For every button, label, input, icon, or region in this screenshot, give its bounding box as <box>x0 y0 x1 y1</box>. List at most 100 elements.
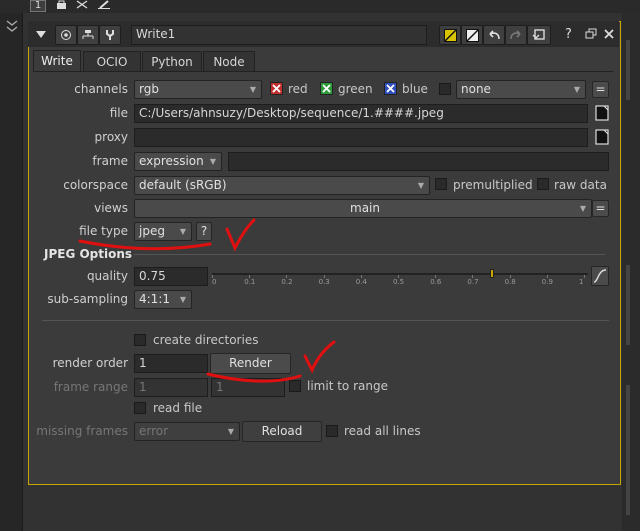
quality-slider[interactable]: 0 0.1 0.2 0.3 0.4 0.5 0.6 0.7 0.8 0.9 1 <box>212 266 588 288</box>
section-divider <box>42 320 609 321</box>
red-checkbox[interactable] <box>270 82 283 95</box>
node-color-icon[interactable] <box>439 25 461 45</box>
missing-frames-dropdown[interactable]: error ▼ <box>134 422 240 441</box>
node-number-badge[interactable]: 1 <box>30 0 46 12</box>
chevron-down-icon: ▼ <box>209 157 216 166</box>
animation-curve-icon[interactable] <box>591 266 609 286</box>
pen-icon[interactable] <box>98 0 110 9</box>
create-directories-checkbox[interactable] <box>134 334 146 346</box>
help-icon[interactable]: ? <box>565 28 575 42</box>
node-name-field[interactable]: Write1 <box>131 25 427 45</box>
folder-browse-icon[interactable] <box>595 105 609 121</box>
missing-frames-value: error <box>139 424 169 438</box>
annotation-filetype <box>70 214 270 254</box>
proxy-browse-icon[interactable] <box>595 129 609 145</box>
collapse-chevrons-icon[interactable] <box>6 19 18 33</box>
quality-tick-label: 0 <box>212 278 217 286</box>
tile-color-icon[interactable] <box>461 25 483 45</box>
quality-tick-label: 0.5 <box>393 278 405 286</box>
render-order-label: render order <box>52 356 128 370</box>
file-path-input[interactable]: C:/Users/ahnsuzy/Desktop/sequence/1.####… <box>134 104 588 123</box>
colorspace-value: default (sRGB) <box>139 178 227 192</box>
proxy-path-input[interactable] <box>134 128 588 147</box>
chevron-down-icon: ▼ <box>417 181 424 190</box>
green-label: green <box>338 82 373 96</box>
raw-data-label: raw data <box>554 178 607 192</box>
blue-label: blue <box>402 82 428 96</box>
frame-expression-input[interactable] <box>228 152 609 171</box>
redo-icon[interactable] <box>505 25 527 45</box>
node-graph-icon[interactable] <box>77 25 99 45</box>
channels-dropdown[interactable]: rgb ▼ <box>134 80 262 99</box>
chevron-down-icon: ▼ <box>249 85 256 94</box>
chevron-down-icon: ▼ <box>573 85 580 94</box>
premultiplied-checkbox[interactable] <box>435 178 447 190</box>
right-scroll-handle-3[interactable] <box>626 385 630 515</box>
tab-python[interactable]: Python <box>142 51 202 72</box>
scissors-icon[interactable] <box>76 0 88 9</box>
missing-frames-label: missing frames <box>36 424 128 438</box>
quality-tick-label: 0.8 <box>504 278 516 286</box>
sub-sampling-label: sub-sampling <box>47 292 128 306</box>
reload-button[interactable]: Reload <box>242 421 322 442</box>
quality-tick-label: 0.6 <box>430 278 442 286</box>
quality-slider-thumb[interactable] <box>490 269 494 278</box>
right-scroll-handle[interactable] <box>626 40 630 100</box>
tab-node[interactable]: Node <box>203 51 255 72</box>
quality-tick-label: 0.4 <box>355 278 367 286</box>
quality-input[interactable]: 0.75 <box>134 267 208 286</box>
undo-icon[interactable] <box>483 25 505 45</box>
tab-write[interactable]: Write <box>33 50 81 71</box>
views-link-button[interactable]: = <box>592 200 609 217</box>
annotation-render <box>200 336 345 386</box>
tab-ocio[interactable]: OCIO <box>83 51 141 72</box>
frame-range-start-input[interactable]: 1 <box>134 378 208 397</box>
green-checkbox[interactable] <box>320 82 333 95</box>
channels-link-button[interactable]: = <box>592 81 609 98</box>
chevron-down-icon: ▼ <box>227 427 234 436</box>
blue-checkbox[interactable] <box>384 82 397 95</box>
quality-tick-label: 0.1 <box>244 278 256 286</box>
top-strip <box>0 0 640 13</box>
alpha-checkbox[interactable] <box>439 83 451 95</box>
quality-slider-track <box>212 273 588 275</box>
right-scroll-handle-2[interactable] <box>626 265 630 345</box>
wrench-icon[interactable] <box>99 25 121 45</box>
chevron-down-icon: ▼ <box>579 204 586 213</box>
frame-mode-value: expression <box>139 154 204 168</box>
read-all-lines-checkbox[interactable] <box>326 425 338 437</box>
quality-tick-label: 0.2 <box>281 278 293 286</box>
quality-tick-label: 0.3 <box>318 278 330 286</box>
chevron-down-icon: ▼ <box>179 295 186 304</box>
frame-mode-dropdown[interactable]: expression ▼ <box>134 152 222 171</box>
read-file-checkbox[interactable] <box>134 402 146 414</box>
collapse-triangle-icon[interactable] <box>35 28 47 40</box>
raw-data-checkbox[interactable] <box>537 178 549 190</box>
sub-sampling-dropdown[interactable]: 4:1:1 ▼ <box>134 290 192 309</box>
alpha-channel-dropdown[interactable]: none ▼ <box>456 80 586 99</box>
frame-range-label: frame range <box>53 380 128 394</box>
proxy-label: proxy <box>94 130 128 144</box>
jpeg-options-divider <box>134 254 605 255</box>
file-label: file <box>109 106 128 120</box>
lock-icon[interactable] <box>56 0 67 9</box>
red-label: red <box>288 82 308 96</box>
quality-label: quality <box>86 269 128 283</box>
sub-sampling-value: 4:1:1 <box>139 292 170 306</box>
channels-label: channels <box>74 82 128 96</box>
right-sidebar <box>622 13 640 531</box>
tab-divider <box>33 71 613 72</box>
colorspace-dropdown[interactable]: default (sRGB) ▼ <box>134 176 430 195</box>
quality-tick-label: 0.9 <box>541 278 553 286</box>
float-panel-icon[interactable] <box>585 28 597 40</box>
close-icon[interactable] <box>603 28 615 40</box>
channels-value: rgb <box>139 82 159 96</box>
render-order-input[interactable]: 1 <box>134 354 208 373</box>
left-sidebar <box>0 13 23 531</box>
premultiplied-label: premultiplied <box>453 178 533 192</box>
revert-icon[interactable] <box>527 25 551 45</box>
alpha-channel-value: none <box>461 82 491 96</box>
read-all-lines-label: read all lines <box>344 424 421 438</box>
view-node-icon[interactable] <box>55 25 77 45</box>
read-file-label: read file <box>153 401 203 415</box>
